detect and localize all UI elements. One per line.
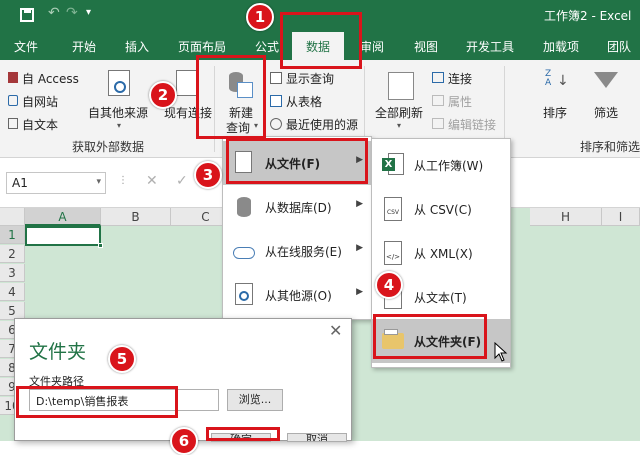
from-other-sources-button[interactable]: 自其他来源 xyxy=(88,104,148,121)
enter-icon[interactable]: ✓ xyxy=(176,173,188,189)
quick-access-more-icon[interactable]: ▾ xyxy=(86,7,91,18)
tab-page-layout[interactable]: 页面布局 xyxy=(178,38,226,55)
active-cell-a1[interactable] xyxy=(25,226,103,248)
tab-insert[interactable]: 插入 xyxy=(125,38,149,55)
csv-file-icon: CSV xyxy=(380,195,406,223)
properties-icon xyxy=(432,95,444,106)
chevron-down-icon[interactable]: ▾ xyxy=(96,177,101,187)
highlight-new-query xyxy=(196,55,266,139)
step-badge-5: 5 xyxy=(108,345,136,373)
row-header-4[interactable]: 4 xyxy=(0,283,25,301)
highlight-from-file xyxy=(226,138,368,184)
table-icon xyxy=(270,95,282,107)
xml-file-icon: </> xyxy=(380,239,406,267)
undo-icon[interactable]: ↶ xyxy=(48,5,60,21)
tab-team[interactable]: 团队 xyxy=(607,38,631,55)
connections-icon xyxy=(432,72,444,83)
connections-button[interactable]: 连接 xyxy=(448,70,472,87)
chevron-right-icon: ▶ xyxy=(356,243,363,253)
get-external-data-group-label: 获取外部数据 xyxy=(72,140,145,154)
step-badge-4: 4 xyxy=(375,271,403,299)
text-file-icon xyxy=(8,118,18,129)
row-header-2[interactable]: 2 xyxy=(0,245,25,263)
step-badge-6: 6 xyxy=(170,427,198,455)
menu-item-from-xml[interactable]: </> 从 XML(X) xyxy=(372,231,510,275)
refresh-all-button[interactable]: 全部刷新 xyxy=(375,104,423,121)
sort-icon: ZA ↓ xyxy=(545,69,569,90)
formula-bar-options-icon[interactable]: ⋮ xyxy=(118,175,128,186)
from-access-button[interactable]: 自 Access xyxy=(22,70,79,87)
row-header-1[interactable]: 1 xyxy=(0,226,25,244)
recent-sources-icon xyxy=(270,118,282,130)
mouse-cursor-icon xyxy=(494,342,508,362)
highlight-folder-path xyxy=(16,386,178,418)
step-badge-3: 3 xyxy=(194,161,222,189)
database-icon xyxy=(231,193,257,221)
dialog-close-icon[interactable]: ✕ xyxy=(329,321,342,340)
tab-review[interactable]: 审阅 xyxy=(360,38,384,55)
column-header-h[interactable]: H xyxy=(530,208,602,226)
folder-dialog: ✕ 文件夹 文件夹路径 D:\temp\销售报表 浏览... 确定 取消 xyxy=(14,318,352,442)
save-icon[interactable] xyxy=(20,8,34,22)
from-web-button[interactable]: 自网站 xyxy=(22,93,58,110)
sort-button[interactable]: 排序 xyxy=(543,104,567,121)
step-badge-2: 2 xyxy=(149,81,177,109)
other-sources-icon xyxy=(108,70,130,96)
chevron-right-icon: ▶ xyxy=(356,287,363,297)
name-box-value: A1 xyxy=(12,176,28,190)
web-icon xyxy=(8,95,18,106)
filter-icon xyxy=(594,72,618,88)
highlight-data-tab xyxy=(280,12,362,69)
menu-item-from-online-services[interactable]: 从在线服务(E) ▶ xyxy=(223,229,371,273)
from-table-button[interactable]: 从表格 xyxy=(286,93,322,110)
tab-home[interactable]: 开始 xyxy=(72,38,96,55)
menu-item-from-csv[interactable]: CSV 从 CSV(C) xyxy=(372,187,510,231)
refresh-all-icon xyxy=(388,72,414,100)
highlight-ok-button xyxy=(206,427,280,441)
tab-view[interactable]: 视图 xyxy=(414,38,438,55)
edit-links-icon xyxy=(432,118,444,129)
highlight-from-folder xyxy=(373,314,487,359)
cloud-icon xyxy=(231,237,257,265)
window-title: 工作簿2 - Excel xyxy=(544,9,632,23)
tab-formulas[interactable]: 公式 xyxy=(255,38,279,55)
show-queries-button[interactable]: 显示查询 xyxy=(286,70,334,87)
dialog-title: 文件夹 xyxy=(29,341,87,363)
tab-addins[interactable]: 加载项 xyxy=(543,38,579,55)
browse-button[interactable]: 浏览... xyxy=(227,389,283,411)
step-badge-1: 1 xyxy=(246,3,274,31)
sort-filter-group-label: 排序和筛选 xyxy=(580,140,640,154)
show-queries-icon xyxy=(270,72,282,84)
select-all-corner[interactable] xyxy=(0,208,25,226)
filter-button[interactable]: 筛选 xyxy=(594,104,618,121)
recent-sources-button[interactable]: 最近使用的源 xyxy=(286,116,358,133)
tab-developer[interactable]: 开发工具 xyxy=(466,38,514,55)
chevron-down-icon: ▾ xyxy=(397,121,402,130)
from-text-button[interactable]: 自文本 xyxy=(22,116,58,133)
existing-connections-icon xyxy=(176,70,198,96)
tab-file[interactable]: 文件 xyxy=(14,38,38,55)
column-header-b[interactable]: B xyxy=(101,208,171,226)
edit-links-button[interactable]: 编辑链接 xyxy=(448,116,496,133)
menu-item-from-other-sources[interactable]: 从其他源(O) ▶ xyxy=(223,273,371,317)
column-header-i[interactable]: I xyxy=(602,208,640,226)
excel-file-icon: X xyxy=(380,151,406,179)
row-header-3[interactable]: 3 xyxy=(0,264,25,282)
other-sources-icon xyxy=(231,281,257,309)
properties-button[interactable]: 属性 xyxy=(448,93,472,110)
column-header-a[interactable]: A xyxy=(25,208,101,226)
menu-item-from-database[interactable]: 从数据库(D) ▶ xyxy=(223,185,371,229)
chevron-right-icon: ▶ xyxy=(356,199,363,209)
name-box[interactable]: A1 ▾ xyxy=(6,172,106,194)
cancel-icon[interactable]: ✕ xyxy=(146,173,158,189)
redo-icon[interactable]: ↷ xyxy=(66,5,78,21)
menu-item-from-workbook[interactable]: X 从工作簿(W) xyxy=(372,143,510,187)
chevron-down-icon: ▾ xyxy=(117,121,122,130)
access-icon xyxy=(8,72,18,83)
